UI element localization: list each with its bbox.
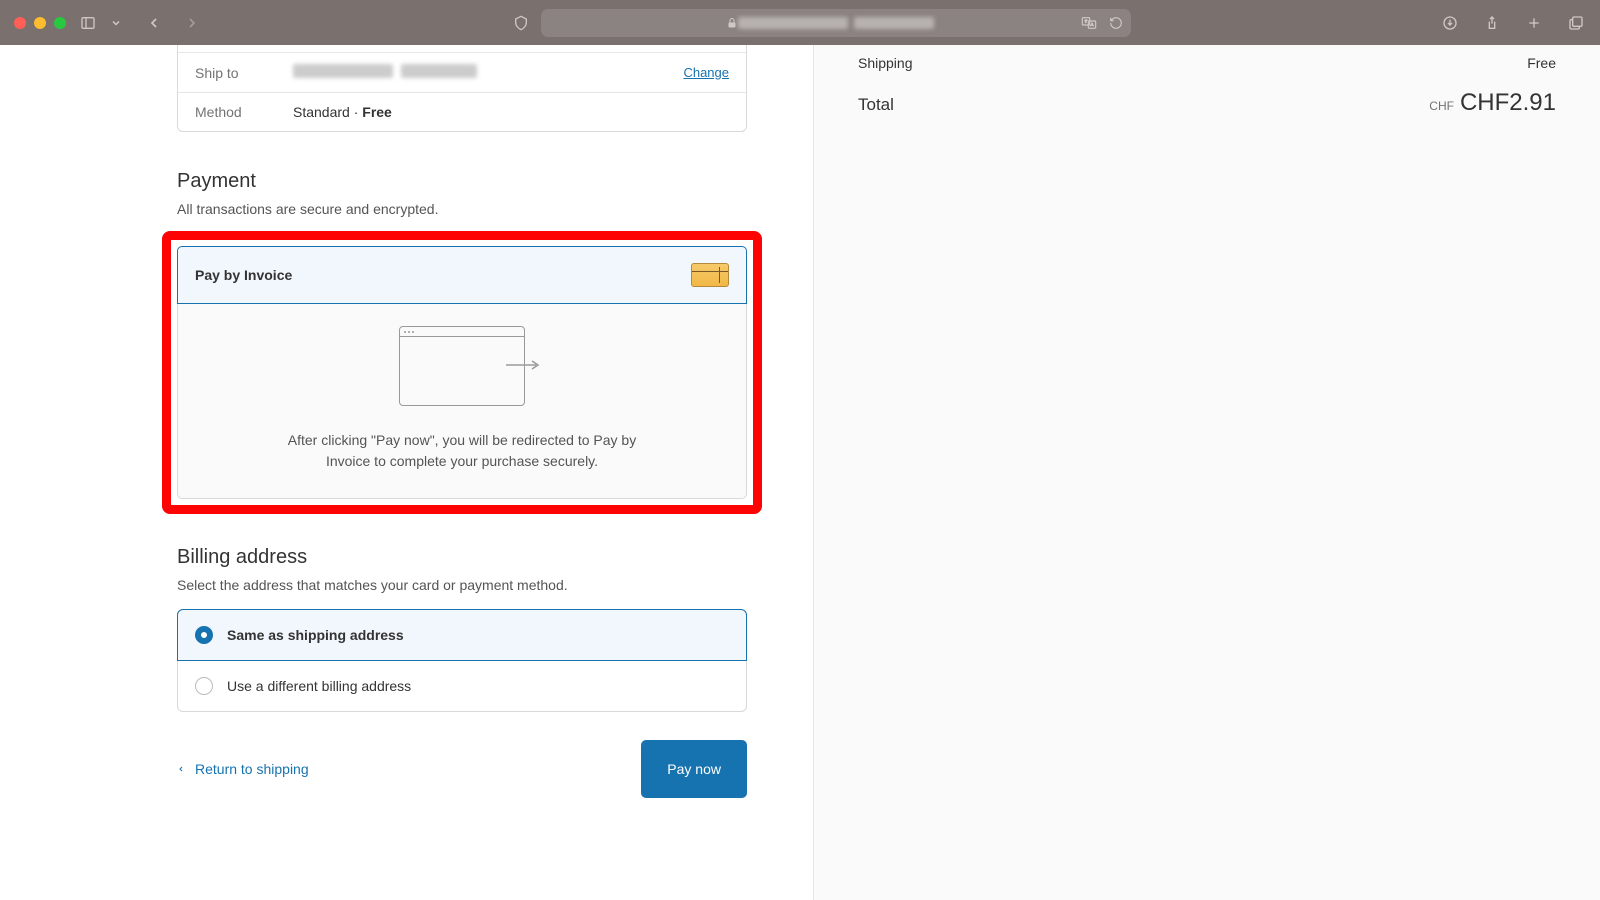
return-label: Return to shipping: [195, 761, 309, 777]
summary-shipping-value: Free: [1527, 55, 1556, 71]
payment-method-highlight: Pay by Invoice After clicking "Pay now",…: [162, 231, 762, 514]
share-icon[interactable]: [1482, 13, 1502, 33]
billing-subtitle: Select the address that matches your car…: [177, 577, 747, 593]
return-to-shipping-link[interactable]: Return to shipping: [177, 761, 309, 777]
radio-unselected-icon: [195, 677, 213, 695]
payment-option-body: After clicking "Pay now", you will be re…: [177, 304, 747, 499]
minimize-window-icon[interactable]: [34, 17, 46, 29]
order-summary-sidebar: Shipping Free Total CHF CHF2.91: [813, 45, 1600, 900]
url-bar[interactable]: [541, 9, 1131, 37]
summary-shipping-row: Shipping Free: [858, 55, 1556, 71]
redirect-window-icon: [399, 326, 525, 406]
browser-toolbar: [0, 0, 1600, 45]
checkout-main: Contact Change Ship to Change Method Sta…: [0, 45, 813, 900]
window-traffic-lights: [14, 17, 66, 29]
close-window-icon[interactable]: [14, 17, 26, 29]
chevron-left-icon: [177, 763, 185, 775]
redirect-message: After clicking "Pay now", you will be re…: [287, 430, 637, 472]
payment-option-invoice[interactable]: Pay by Invoice: [177, 246, 747, 304]
tabs-icon[interactable]: [1566, 13, 1586, 33]
chevron-down-icon[interactable]: [110, 13, 122, 33]
shipto-value: [293, 64, 683, 81]
url-text-redacted: [738, 17, 934, 29]
pay-now-button[interactable]: Pay now: [641, 740, 747, 798]
shipto-label: Ship to: [195, 65, 293, 81]
method-label: Method: [195, 104, 293, 120]
review-contact-row: Contact Change: [178, 45, 746, 53]
radio-selected-icon: [195, 626, 213, 644]
reload-icon[interactable]: [1109, 13, 1123, 33]
shield-icon[interactable]: [511, 13, 531, 33]
summary-total-row: Total CHF CHF2.91: [858, 89, 1556, 117]
summary-total-label: Total: [858, 95, 894, 115]
summary-shipping-label: Shipping: [858, 55, 913, 71]
billing-options: Same as shipping address Use a different…: [177, 609, 747, 712]
new-tab-icon[interactable]: [1524, 13, 1544, 33]
downloads-icon[interactable]: [1440, 13, 1460, 33]
review-shipto-row: Ship to Change: [178, 53, 746, 93]
billing-heading: Billing address: [177, 546, 747, 569]
payment-heading: Payment: [177, 170, 747, 193]
forward-icon[interactable]: [182, 13, 202, 33]
review-box: Contact Change Ship to Change Method Sta…: [177, 45, 747, 132]
payment-option-label: Pay by Invoice: [195, 267, 292, 283]
billing-different-option[interactable]: Use a different billing address: [178, 661, 746, 711]
billing-same-option[interactable]: Same as shipping address: [177, 609, 747, 661]
credit-card-icon: [691, 263, 729, 287]
sidebar-toggle-icon[interactable]: [78, 13, 98, 33]
billing-different-label: Use a different billing address: [227, 678, 411, 694]
summary-total-value: CHF2.91: [1460, 89, 1556, 116]
translate-icon[interactable]: [1079, 13, 1099, 33]
maximize-window-icon[interactable]: [54, 17, 66, 29]
payment-subtitle: All transactions are secure and encrypte…: [177, 201, 747, 217]
review-method-row: Method Standard · Free: [178, 93, 746, 131]
billing-same-label: Same as shipping address: [227, 627, 404, 643]
method-value: Standard · Free: [293, 104, 729, 120]
lock-icon: [726, 13, 738, 33]
back-icon[interactable]: [144, 13, 164, 33]
summary-currency: CHF: [1429, 99, 1454, 113]
change-shipto-link[interactable]: Change: [683, 65, 729, 80]
